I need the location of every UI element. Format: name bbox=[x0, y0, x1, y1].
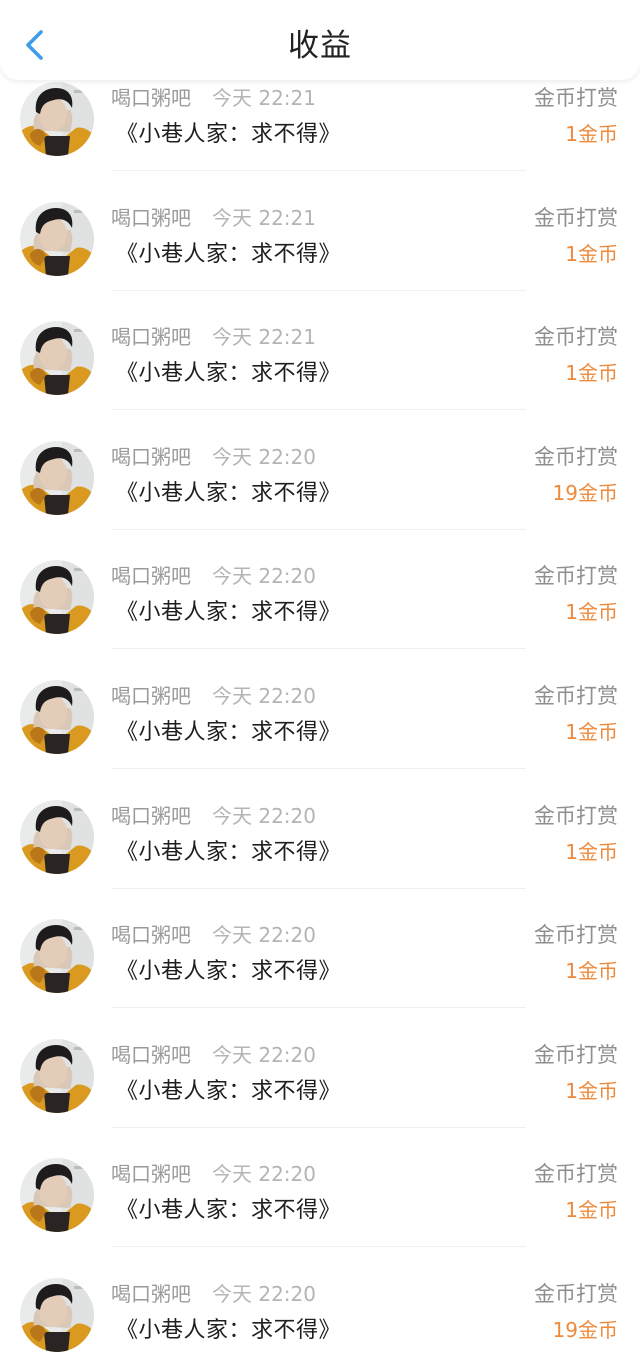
avatar-image bbox=[20, 440, 94, 515]
row-divider bbox=[112, 1246, 526, 1248]
user-avatar[interactable] bbox=[20, 1038, 94, 1113]
timestamp: 今天 22:21 bbox=[212, 205, 316, 230]
book-title: 《小巷人家：求不得》 bbox=[116, 839, 342, 865]
avatar-image bbox=[20, 799, 94, 874]
timestamp: 今天 22:21 bbox=[212, 325, 316, 350]
income-type-label: 金币打赏 bbox=[534, 205, 618, 230]
timestamp: 今天 22:20 bbox=[212, 1042, 316, 1067]
username: 喝口粥吧 bbox=[111, 684, 191, 708]
timestamp: 今天 22:20 bbox=[212, 803, 316, 828]
coin-amount: 1金币 bbox=[565, 1078, 618, 1103]
book-title: 《小巷人家：求不得》 bbox=[116, 480, 342, 506]
book-title: 《小巷人家：求不得》 bbox=[116, 959, 342, 985]
avatar-image bbox=[20, 560, 94, 635]
coin-amount: 1金币 bbox=[565, 1198, 618, 1223]
income-type-label: 金币打赏 bbox=[534, 1042, 618, 1067]
user-avatar[interactable] bbox=[20, 82, 94, 156]
page-title: 收益 bbox=[288, 28, 352, 64]
timestamp: 今天 22:20 bbox=[212, 684, 316, 708]
income-type-label: 金币打赏 bbox=[534, 803, 618, 828]
user-avatar[interactable] bbox=[20, 321, 94, 396]
book-title: 《小巷人家：求不得》 bbox=[116, 1198, 342, 1224]
income-type-label: 金币打赏 bbox=[534, 1282, 618, 1306]
username: 喝口粥吧 bbox=[111, 923, 191, 948]
list-item[interactable]: 喝口粥吧 今天 22:21 金币打赏 《小巷人家：求不得》 1金币 bbox=[0, 201, 640, 321]
timestamp: 今天 22:20 bbox=[212, 444, 316, 469]
avatar-image bbox=[20, 321, 94, 396]
username: 喝口粥吧 bbox=[111, 325, 191, 350]
user-avatar[interactable] bbox=[20, 919, 94, 994]
row-divider bbox=[112, 1007, 526, 1009]
username: 喝口粥吧 bbox=[111, 444, 191, 469]
book-title: 《小巷人家：求不得》 bbox=[116, 1078, 342, 1104]
coin-amount: 1金币 bbox=[565, 839, 618, 864]
coin-amount: 1金币 bbox=[565, 720, 618, 744]
coin-amount: 1金币 bbox=[565, 959, 618, 984]
avatar-image bbox=[20, 919, 94, 994]
book-title: 《小巷人家：求不得》 bbox=[116, 1318, 342, 1343]
row-divider bbox=[112, 768, 526, 769]
income-type-label: 金币打赏 bbox=[534, 684, 618, 708]
avatar-image bbox=[20, 1158, 94, 1233]
timestamp: 今天 22:20 bbox=[212, 1162, 316, 1187]
income-type-label: 金币打赏 bbox=[534, 325, 618, 350]
avatar-image bbox=[20, 1038, 94, 1113]
user-avatar[interactable] bbox=[20, 1278, 94, 1352]
list-item[interactable]: 喝口粥吧 今天 22:20 金币打赏 《小巷人家：求不得》 1金币 bbox=[0, 1158, 640, 1277]
list-item[interactable]: 喝口粥吧 今天 22:20 金币打赏 《小巷人家：求不得》 19金币 bbox=[0, 440, 640, 560]
avatar-image bbox=[20, 82, 94, 156]
user-avatar[interactable] bbox=[20, 799, 94, 874]
list-item[interactable]: 喝口粥吧 今天 22:21 金币打赏 《小巷人家：求不得》 1金币 bbox=[0, 82, 640, 201]
income-type-label: 金币打赏 bbox=[534, 923, 618, 948]
avatar-image bbox=[20, 680, 94, 754]
book-title: 《小巷人家：求不得》 bbox=[116, 361, 342, 387]
list-item[interactable]: 喝口粥吧 今天 22:21 金币打赏 《小巷人家：求不得》 1金币 bbox=[0, 321, 640, 440]
user-avatar[interactable] bbox=[20, 440, 94, 515]
top-nav-bar: 收益 bbox=[0, 0, 640, 80]
list-item[interactable]: 喝口粥吧 今天 22:20 金币打赏 《小巷人家：求不得》 1金币 bbox=[0, 919, 640, 1038]
book-title: 《小巷人家：求不得》 bbox=[116, 122, 342, 147]
username: 喝口粥吧 bbox=[111, 1162, 191, 1187]
coin-amount: 19金币 bbox=[552, 1318, 618, 1342]
income-type-label: 金币打赏 bbox=[534, 1162, 618, 1187]
username: 喝口粥吧 bbox=[111, 1042, 191, 1067]
book-title: 《小巷人家：求不得》 bbox=[116, 720, 342, 745]
row-divider bbox=[112, 887, 526, 889]
user-avatar[interactable] bbox=[20, 680, 94, 754]
user-avatar[interactable] bbox=[20, 1158, 94, 1233]
income-type-label: 金币打赏 bbox=[534, 564, 618, 589]
income-type-label: 金币打赏 bbox=[534, 444, 618, 469]
row-divider bbox=[112, 1126, 526, 1128]
row-divider bbox=[112, 409, 526, 411]
username: 喝口粥吧 bbox=[111, 803, 191, 828]
user-avatar[interactable] bbox=[20, 560, 94, 635]
row-divider bbox=[112, 528, 526, 530]
avatar-image bbox=[20, 1278, 94, 1352]
coin-amount: 1金币 bbox=[565, 600, 618, 625]
coin-amount: 19金币 bbox=[552, 480, 618, 505]
book-title: 《小巷人家：求不得》 bbox=[116, 600, 342, 626]
row-divider bbox=[112, 289, 526, 291]
list-item[interactable]: 喝口粥吧 今天 22:20 金币打赏 《小巷人家：求不得》 1金币 bbox=[0, 1038, 640, 1158]
timestamp: 今天 22:20 bbox=[212, 1282, 316, 1306]
list-item[interactable]: 喝口粥吧 今天 22:20 金币打赏 《小巷人家：求不得》 1金币 bbox=[0, 799, 640, 919]
username: 喝口粥吧 bbox=[111, 564, 191, 589]
income-screen: 喝口粥吧 今天 22:21 金币打赏 《小巷人家：求不得》 1金币 喝口粥吧 今… bbox=[0, 0, 640, 1354]
username: 喝口粥吧 bbox=[111, 1282, 191, 1306]
book-title: 《小巷人家：求不得》 bbox=[116, 241, 342, 267]
timestamp: 今天 22:20 bbox=[212, 564, 316, 589]
username: 喝口粥吧 bbox=[111, 205, 191, 230]
coin-amount: 1金币 bbox=[565, 122, 618, 146]
list-item[interactable]: 喝口粥吧 今天 22:20 金币打赏 《小巷人家：求不得》 1金币 bbox=[0, 560, 640, 679]
list-item[interactable]: 喝口粥吧 今天 22:20 金币打赏 《小巷人家：求不得》 19金币 bbox=[0, 1278, 640, 1354]
user-avatar[interactable] bbox=[20, 201, 94, 276]
avatar-image bbox=[20, 201, 94, 276]
coin-amount: 1金币 bbox=[565, 361, 618, 386]
row-divider bbox=[112, 648, 526, 650]
row-divider bbox=[112, 170, 526, 171]
coin-amount: 1金币 bbox=[565, 241, 618, 266]
list-item[interactable]: 喝口粥吧 今天 22:20 金币打赏 《小巷人家：求不得》 1金币 bbox=[0, 680, 640, 799]
timestamp: 今天 22:20 bbox=[212, 923, 316, 948]
income-record-list: 喝口粥吧 今天 22:21 金币打赏 《小巷人家：求不得》 1金币 喝口粥吧 今… bbox=[0, 0, 640, 1354]
